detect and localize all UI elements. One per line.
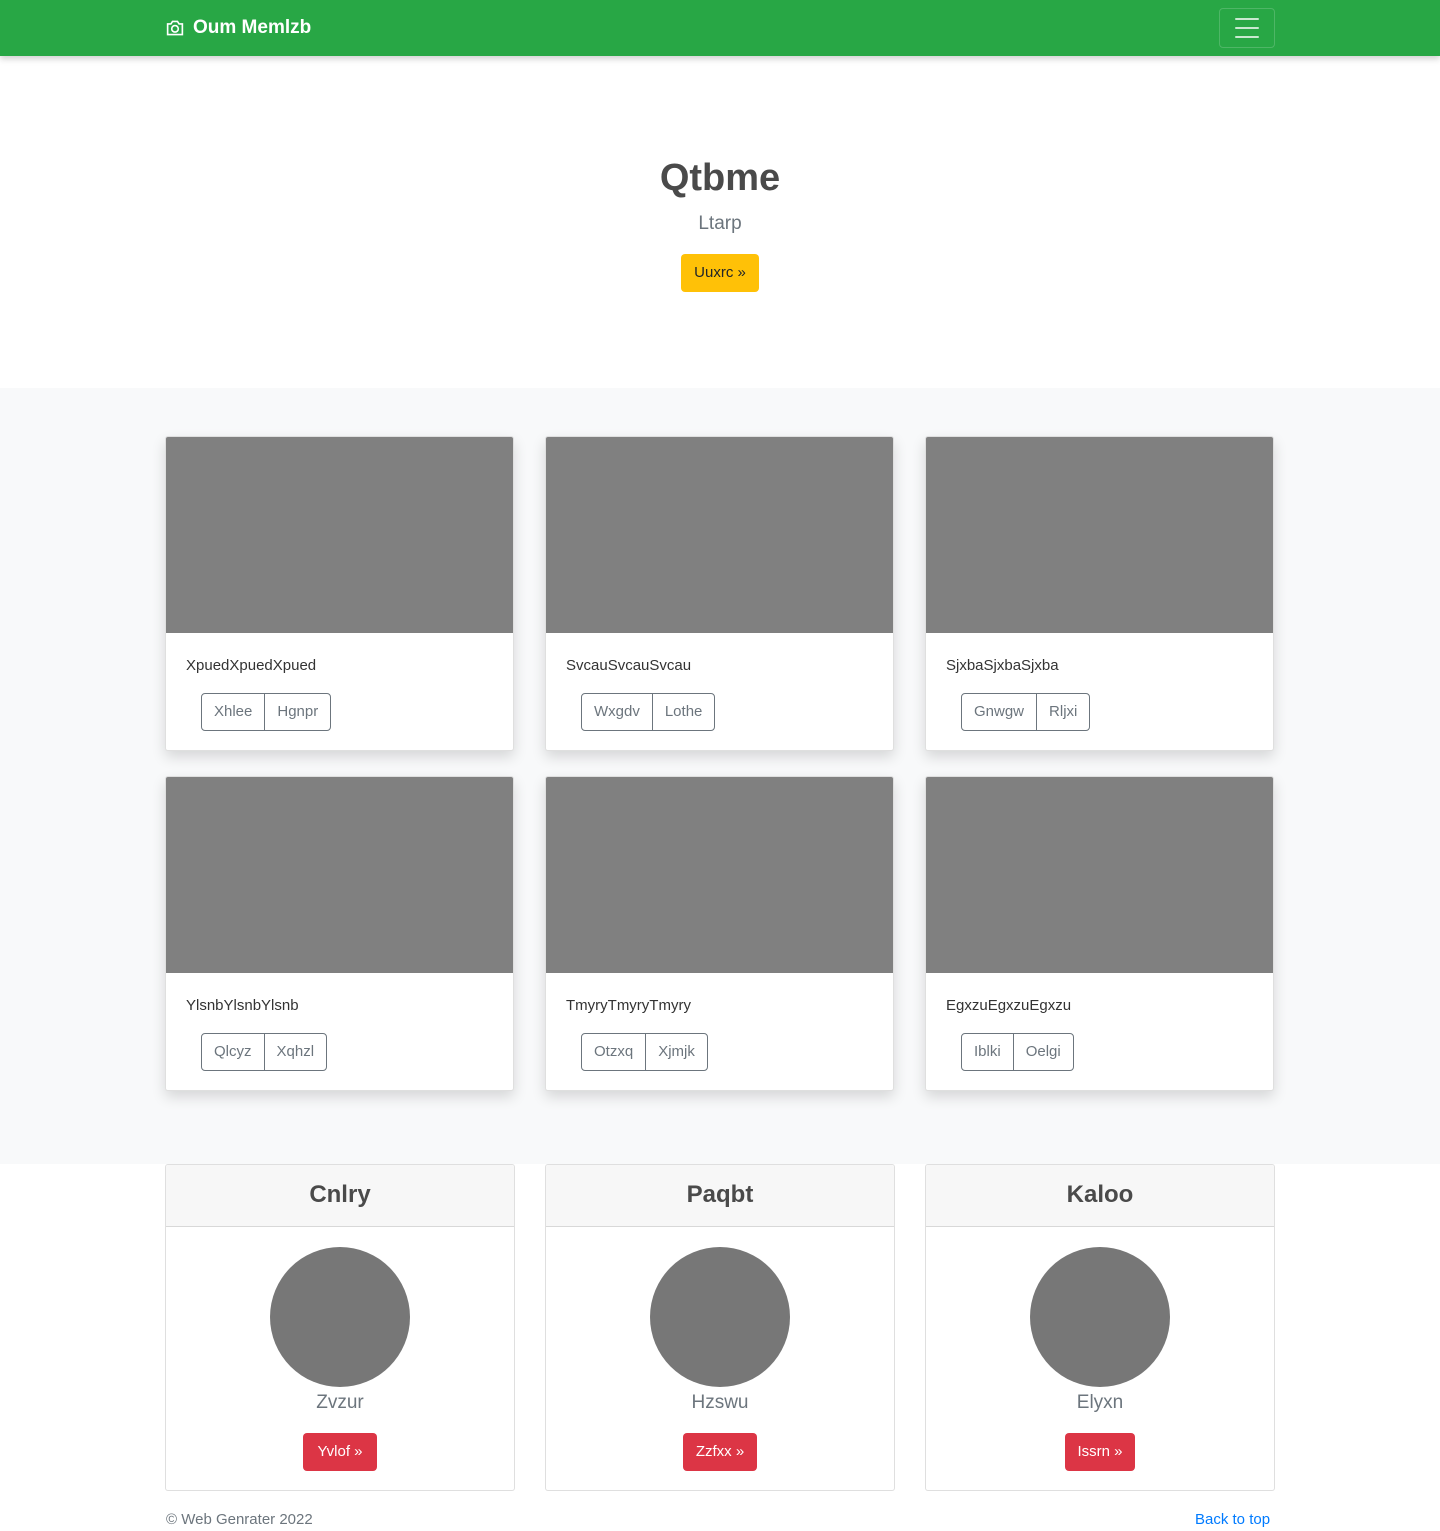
profile-card-header: Cnlry <box>166 1165 514 1227</box>
card-view-button[interactable]: Otzxq <box>582 1034 645 1070</box>
profile-action-button[interactable]: Yvlof » <box>303 1433 377 1471</box>
card-view-button[interactable]: Iblki <box>962 1034 1013 1070</box>
profile-card: Cnlry Zvzur Yvlof » <box>165 1164 515 1491</box>
profile-card-header: Paqbt <box>546 1165 894 1227</box>
card-button-group: Xhlee Hgnpr <box>201 693 332 731</box>
camera-icon <box>166 20 184 36</box>
album-card: YlsnbYlsnbYlsnb Qlcyz Xqhzl <box>165 776 514 1091</box>
profile-card: Kaloo Elyxn Issrn » <box>925 1164 1275 1491</box>
card-button-group: Iblki Oelgi <box>961 1033 1074 1071</box>
back-to-top-link[interactable]: Back to top <box>1195 1510 1270 1530</box>
card-text: TmyryTmyryTmyry <box>566 997 691 1014</box>
profile-card-header: Kaloo <box>926 1165 1274 1227</box>
profile-name: Elyxn <box>1076 1392 1124 1413</box>
card-thumbnail <box>166 777 513 973</box>
card-thumbnail <box>926 777 1273 973</box>
card-text: XpuedXpuedXpued <box>186 657 317 674</box>
card-text: YlsnbYlsnbYlsnb <box>186 997 299 1014</box>
hamburger-icon <box>1235 36 1259 38</box>
card-thumbnail <box>546 437 893 633</box>
card-button-group: Wxgdv Lothe <box>581 693 716 731</box>
hero-section: Qtbme Ltarp Uuxrc » <box>0 56 1440 388</box>
profile-name: Zvzur <box>316 1392 364 1413</box>
hamburger-icon <box>1235 18 1259 20</box>
album-card: EgxzuEgxzuEgxzu Iblki Oelgi <box>925 776 1274 1091</box>
avatar <box>270 1247 410 1387</box>
footer-copyright: © Web Genrater 2022 <box>166 1511 313 1528</box>
navbar: Oum Memlzb <box>0 0 1440 56</box>
hero-title: Qtbme <box>659 157 781 199</box>
avatar <box>1030 1247 1170 1387</box>
card-view-button[interactable]: Xhlee <box>202 694 264 730</box>
card-text: EgxzuEgxzuEgxzu <box>946 997 1072 1014</box>
navbar-toggler-button[interactable] <box>1219 8 1275 48</box>
profile-card: Paqbt Hzswu Zzfxx » <box>545 1164 895 1491</box>
brand-link[interactable]: Oum Memlzb <box>165 16 311 40</box>
profile-name: Hzswu <box>691 1392 749 1413</box>
profile-action-button[interactable]: Issrn » <box>1065 1433 1135 1471</box>
card-edit-button[interactable]: Xjmjk <box>645 1034 707 1070</box>
album-card: SvcauSvcauSvcau Wxgdv Lothe <box>545 436 894 751</box>
album-card: XpuedXpuedXpued Xhlee Hgnpr <box>165 436 514 751</box>
profile-action-button[interactable]: Zzfxx » <box>683 1433 757 1471</box>
card-edit-button[interactable]: Rljxi <box>1036 694 1089 730</box>
card-text: SvcauSvcauSvcau <box>566 657 692 674</box>
card-thumbnail <box>926 437 1273 633</box>
card-view-button[interactable]: Wxgdv <box>582 694 652 730</box>
card-button-group: Otzxq Xjmjk <box>581 1033 708 1071</box>
card-button-group: Gnwgw Rljxi <box>961 693 1091 731</box>
card-text: SjxbaSjxbaSjxba <box>946 657 1059 674</box>
brand-name: Oum Memlzb <box>193 17 312 38</box>
card-thumbnail <box>546 777 893 973</box>
album-card: SjxbaSjxbaSjxba Gnwgw Rljxi <box>925 436 1274 751</box>
card-view-button[interactable]: Qlcyz <box>202 1034 263 1070</box>
hero-subtitle: Ltarp <box>698 213 742 234</box>
hero-cta-button[interactable]: Uuxrc » <box>681 254 759 292</box>
album-card: TmyryTmyryTmyry Otzxq Xjmjk <box>545 776 894 1091</box>
hamburger-icon <box>1235 27 1259 29</box>
card-thumbnail <box>166 437 513 633</box>
avatar <box>650 1247 790 1387</box>
card-edit-button[interactable]: Hgnpr <box>264 694 330 730</box>
card-edit-button[interactable]: Lothe <box>651 694 715 730</box>
card-button-group: Qlcyz Xqhzl <box>201 1033 328 1071</box>
card-edit-button[interactable]: Xqhzl <box>263 1034 327 1070</box>
album-section: XpuedXpuedXpued Xhlee Hgnpr SvcauSvcauSv… <box>0 388 1440 1164</box>
card-edit-button[interactable]: Oelgi <box>1012 1034 1073 1070</box>
card-view-button[interactable]: Gnwgw <box>962 694 1036 730</box>
